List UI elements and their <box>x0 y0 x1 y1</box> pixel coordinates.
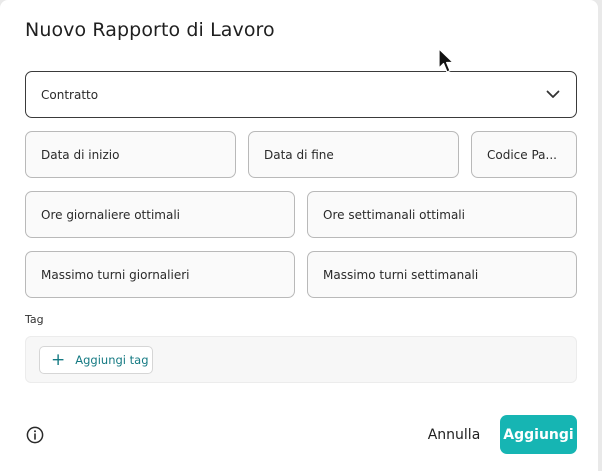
payroll-code-field[interactable]: Codice Pa... <box>471 131 577 178</box>
tag-area: + Aggiungi tag <box>25 336 577 383</box>
tag-section-label: Tag <box>25 313 44 326</box>
cancel-button[interactable]: Annulla <box>420 416 488 454</box>
optimal-weekly-hours-field[interactable]: Ore settimanali ottimali <box>307 191 577 238</box>
max-weekly-shifts-field[interactable]: Massimo turni settimanali <box>307 251 577 298</box>
max-daily-shifts-label: Massimo turni giornalieri <box>41 267 190 282</box>
add-tag-label: Aggiungi tag <box>75 353 149 367</box>
plus-icon: + <box>51 349 66 370</box>
contract-select[interactable]: Contratto <box>25 71 577 118</box>
contract-select-label: Contratto <box>41 87 99 102</box>
end-date-label: Data di fine <box>264 147 334 162</box>
payroll-code-label: Codice Pa... <box>487 147 557 162</box>
optimal-weekly-hours-label: Ore settimanali ottimali <box>323 207 465 222</box>
info-icon[interactable] <box>26 426 44 444</box>
end-date-field[interactable]: Data di fine <box>248 131 459 178</box>
add-tag-button[interactable]: + Aggiungi tag <box>39 346 153 374</box>
optimal-daily-hours-label: Ore giornaliere ottimali <box>41 207 181 222</box>
optimal-daily-hours-field[interactable]: Ore giornaliere ottimali <box>25 191 295 238</box>
mouse-cursor-icon <box>438 48 456 74</box>
max-weekly-shifts-label: Massimo turni settimanali <box>323 267 479 282</box>
start-date-field[interactable]: Data di inizio <box>25 131 236 178</box>
dialog-title: Nuovo Rapporto di Lavoro <box>25 19 275 41</box>
new-work-relationship-dialog: Nuovo Rapporto di Lavoro Contratto Data … <box>0 0 598 471</box>
add-button[interactable]: Aggiungi <box>500 415 577 454</box>
max-daily-shifts-field[interactable]: Massimo turni giornalieri <box>25 251 295 298</box>
start-date-label: Data di inizio <box>41 147 120 162</box>
chevron-down-icon <box>546 90 560 99</box>
